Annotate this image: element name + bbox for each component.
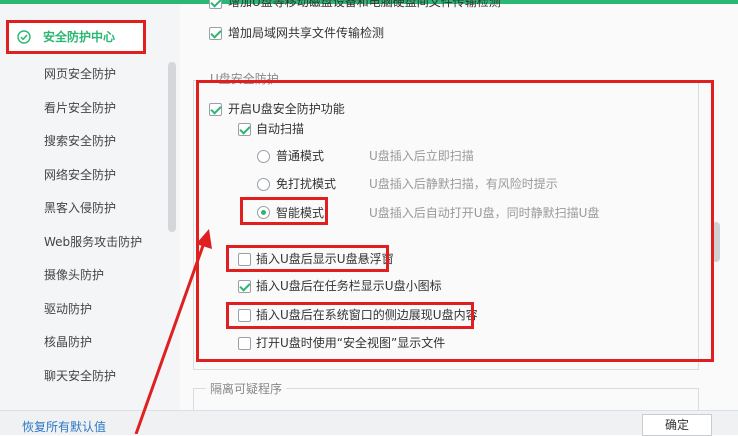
sidebar-item-security-center[interactable]: 安全防护中心	[6, 20, 146, 54]
option-usb-disk-transfer-label: 增加U盘等移动磁盘设备和电脑硬盘间文件传输检测	[228, 0, 501, 9]
annotation-box-floating-window	[226, 245, 389, 272]
sidebar-scrollbar[interactable]	[168, 62, 176, 232]
checkbox-usb-disk-transfer[interactable]	[209, 0, 222, 9]
sidebar-item-web-service-protection[interactable]: Web服务攻击防护	[44, 232, 142, 252]
option-lan-share-transfer-label: 增加局域网共享文件传输检测	[228, 26, 385, 40]
sidebar-item-web-protection[interactable]: 网页安全防护	[44, 64, 116, 84]
shield-check-icon	[17, 30, 31, 44]
sidebar-item-core-protection[interactable]: 核晶防护	[44, 332, 92, 352]
sidebar-item-hacker-protection[interactable]: 黑客入侵防护	[44, 198, 116, 218]
ok-button[interactable]: 确定	[642, 414, 712, 436]
sidebar-item-driver-protection[interactable]: 驱动防护	[44, 299, 92, 319]
sidebar-item-camera-protection[interactable]: 摄像头防护	[44, 265, 104, 285]
isolation-group-title: 隔离可疑程序	[206, 382, 287, 396]
bottom-bar	[0, 410, 738, 435]
reset-defaults-link[interactable]: 恢复所有默认值	[22, 418, 106, 435]
annotation-box-side-content	[226, 302, 474, 329]
sidebar-item-search-protection[interactable]: 搜索安全防护	[44, 131, 116, 151]
sidebar-item-label: 安全防护中心	[43, 30, 116, 44]
checkbox-lan-share-transfer[interactable]	[209, 27, 222, 40]
sidebar-item-video-protection[interactable]: 看片安全防护	[44, 98, 116, 118]
sidebar-item-network-protection[interactable]: 网络安全防护	[44, 165, 116, 185]
sidebar-item-chat-protection[interactable]: 聊天安全防护	[44, 366, 116, 386]
annotation-box-smart-mode	[240, 197, 328, 225]
